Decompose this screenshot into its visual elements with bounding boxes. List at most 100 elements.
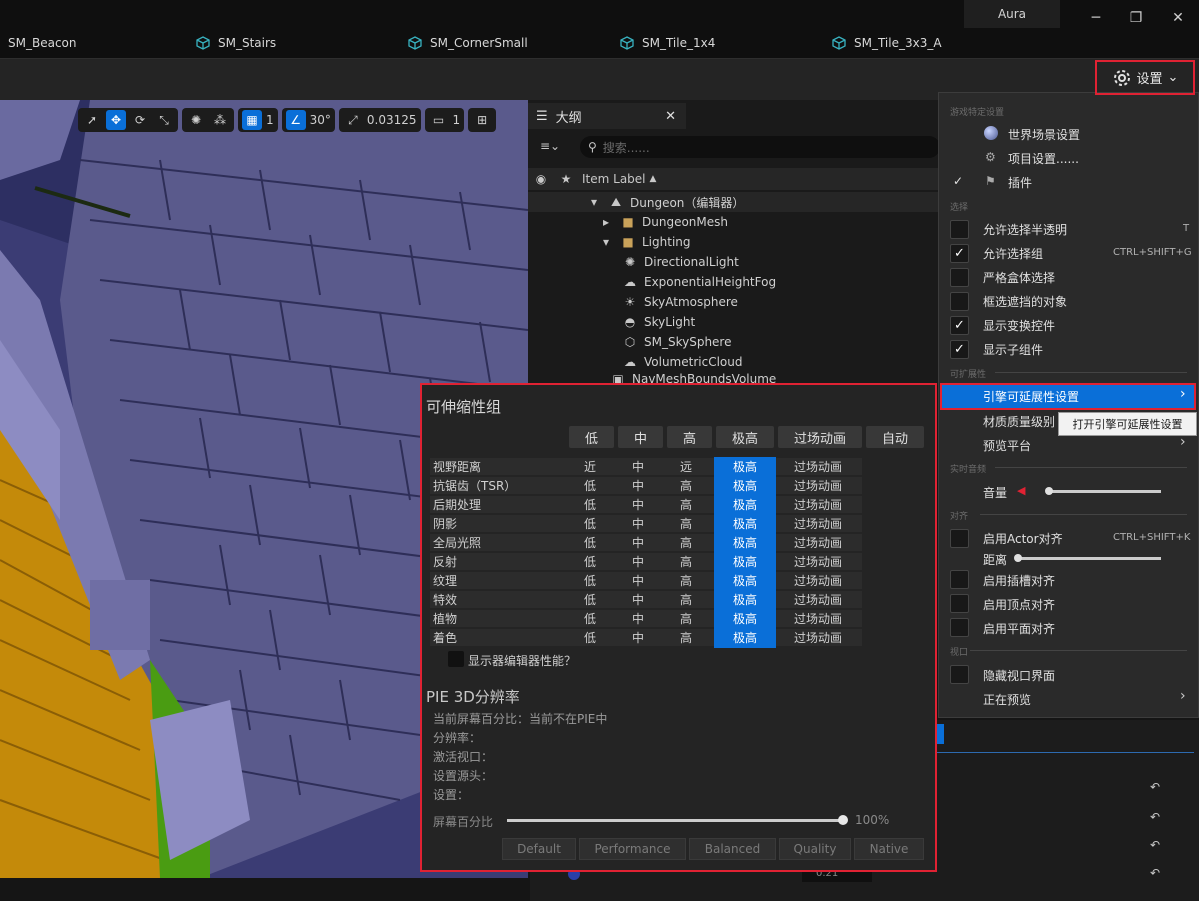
asset-tab[interactable]: SM_Tile_3x3_A xyxy=(832,34,942,52)
level-cinematic-cell[interactable]: 过场动画 xyxy=(776,610,860,627)
grid-snap-group[interactable]: ▦ 1 xyxy=(238,108,278,132)
angle-icon[interactable]: ∠ xyxy=(285,110,306,130)
outliner-row[interactable]: ☀ SkyAtmosphere xyxy=(528,292,938,312)
reset-icon[interactable]: ↶ xyxy=(1150,838,1160,852)
menu-previewing[interactable]: 正在预览 xyxy=(983,691,1031,708)
level-medium-cell[interactable]: 中 xyxy=(614,591,662,608)
scale-icon[interactable]: ⤡ xyxy=(154,110,174,130)
menu-project-settings[interactable]: 项目设置...... xyxy=(1008,150,1079,167)
level-medium-cell[interactable]: 中 xyxy=(614,496,662,513)
menu-socket-snap[interactable]: 启用插槽对齐 xyxy=(983,572,1055,589)
menu-show-transform[interactable]: 显示变换控件 xyxy=(983,317,1055,334)
actor-snap-checkbox[interactable] xyxy=(950,529,969,548)
close-icon[interactable]: ✕ xyxy=(1168,8,1188,28)
menu-show-subcomponents[interactable]: 显示子组件 xyxy=(983,341,1043,358)
camera-icon[interactable]: ▭ xyxy=(429,110,449,130)
snap-distance-slider[interactable] xyxy=(1016,557,1161,560)
outliner-row[interactable]: ☁ VolumetricCloud xyxy=(528,352,938,372)
level-low-cell[interactable]: 低 xyxy=(566,629,614,646)
outliner-search-input[interactable]: ⚲ 搜索...... xyxy=(580,136,940,158)
grid-size-value[interactable]: 1 xyxy=(266,113,274,127)
asset-tab[interactable]: SM_Tile_1x4 xyxy=(620,34,715,52)
level-low-cell[interactable]: 低 xyxy=(566,591,614,608)
pivot-icon[interactable]: ✺ xyxy=(186,110,206,130)
level-epic-cell[interactable]: 极高 xyxy=(714,513,776,534)
level-high-cell[interactable]: 远 xyxy=(662,458,710,475)
level-cinematic-cell[interactable]: 过场动画 xyxy=(776,496,860,513)
plane-snap-checkbox[interactable] xyxy=(950,618,969,637)
column-item-label[interactable]: Item Label xyxy=(578,172,646,186)
level-epic-cell[interactable]: 极高 xyxy=(714,627,776,648)
level-high-cell[interactable]: 高 xyxy=(662,591,710,608)
select-arrow-icon[interactable]: ➚ xyxy=(82,110,102,130)
hide-viewport-ui-checkbox[interactable] xyxy=(950,665,969,684)
level-cinematic-cell[interactable]: 过场动画 xyxy=(776,591,860,608)
rotation-snap-value[interactable]: 30° xyxy=(310,113,331,127)
level-high-cell[interactable]: 高 xyxy=(662,496,710,513)
menu-hide-viewport-ui[interactable]: 隐藏视口界面 xyxy=(983,667,1055,684)
menu-world-settings[interactable]: 世界场景设置 xyxy=(1008,126,1080,143)
outliner-row[interactable]: ☁ ExponentialHeightFog xyxy=(528,272,938,292)
show-subcomponents-checkbox[interactable]: ✓ xyxy=(950,340,969,359)
level-epic-cell[interactable]: 极高 xyxy=(714,608,776,629)
outliner-row[interactable]: ▣ NavMeshBoundsVolume xyxy=(528,372,938,383)
outliner-row[interactable]: ▸ ■ DungeonMesh xyxy=(528,212,938,232)
slider-knob[interactable] xyxy=(838,815,848,825)
box-occluded-checkbox[interactable] xyxy=(950,292,969,311)
visibility-eye-icon[interactable]: ◉ xyxy=(528,172,554,186)
level-epic-cell[interactable]: 极高 xyxy=(714,532,776,553)
preset-balanced-button[interactable]: Balanced xyxy=(689,838,776,860)
level-medium-cell[interactable]: 中 xyxy=(614,610,662,627)
level-high-cell[interactable]: 高 xyxy=(662,572,710,589)
level-low-cell[interactable]: 低 xyxy=(566,534,614,551)
level-medium-cell[interactable]: 中 xyxy=(614,629,662,646)
level-low-cell[interactable]: 低 xyxy=(566,572,614,589)
level-high-cell[interactable]: 高 xyxy=(662,477,710,494)
level-epic-cell[interactable]: 极高 xyxy=(714,494,776,515)
level-high-button[interactable]: 高 xyxy=(667,426,712,448)
level-epic-cell[interactable]: 极高 xyxy=(714,551,776,572)
socket-snap-checkbox[interactable] xyxy=(950,570,969,589)
rotation-snap-group[interactable]: ∠ 30° xyxy=(281,108,335,132)
outliner-row[interactable]: ▾ ■ Lighting xyxy=(528,232,938,252)
level-low-cell[interactable]: 近 xyxy=(566,458,614,475)
level-epic-cell[interactable]: 极高 xyxy=(714,570,776,591)
level-low-cell[interactable]: 低 xyxy=(566,515,614,532)
vertex-snap-checkbox[interactable] xyxy=(950,594,969,613)
settings-button[interactable]: 设置 ⌄ xyxy=(1095,60,1195,95)
asset-tab[interactable]: SM_Stairs xyxy=(196,34,276,52)
level-cinematic-cell[interactable]: 过场动画 xyxy=(776,572,860,589)
minimize-icon[interactable]: ─ xyxy=(1086,8,1106,28)
level-cinematic-cell[interactable]: 过场动画 xyxy=(776,458,860,475)
preset-performance-button[interactable]: Performance xyxy=(579,838,686,860)
outliner-row[interactable]: ⬡ SM_SkySphere xyxy=(528,332,938,352)
preset-quality-button[interactable]: Quality xyxy=(779,838,851,860)
level-medium-cell[interactable]: 中 xyxy=(614,572,662,589)
level-high-cell[interactable]: 高 xyxy=(662,515,710,532)
level-epic-cell[interactable]: 极高 xyxy=(714,475,776,496)
slider-knob[interactable] xyxy=(1014,554,1022,562)
viewport-layout-icon[interactable]: ⊞ xyxy=(472,110,492,130)
camera-speed-value[interactable]: 1 xyxy=(453,113,461,127)
level-auto-button[interactable]: 自动 xyxy=(866,426,924,448)
reset-icon[interactable]: ↶ xyxy=(1150,810,1160,824)
move-icon[interactable]: ✥ xyxy=(106,110,126,130)
level-low-button[interactable]: 低 xyxy=(569,426,614,448)
menu-allow-groups[interactable]: 允许选择组 xyxy=(983,245,1043,262)
outliner-row[interactable]: ✺ DirectionalLight xyxy=(528,252,938,272)
reset-icon[interactable]: ↶ xyxy=(1150,780,1160,794)
level-cinematic-cell[interactable]: 过场动画 xyxy=(776,629,860,646)
level-cinematic-cell[interactable]: 过场动画 xyxy=(776,534,860,551)
close-tab-icon[interactable]: ✕ xyxy=(665,109,676,124)
slider-knob[interactable] xyxy=(1045,487,1053,495)
outliner-row[interactable]: ◓ SkyLight xyxy=(528,312,938,332)
asset-tab[interactable]: SM_CornerSmall xyxy=(408,34,528,52)
asset-tab[interactable]: SM_Beacon xyxy=(8,34,76,52)
level-epic-cell[interactable]: 极高 xyxy=(714,589,776,610)
outliner-row[interactable]: ▾ ⛰ Dungeon（编辑器） xyxy=(528,192,938,212)
menu-vertex-snap[interactable]: 启用顶点对齐 xyxy=(983,596,1055,613)
level-low-cell[interactable]: 低 xyxy=(566,477,614,494)
level-medium-cell[interactable]: 中 xyxy=(614,553,662,570)
layout-group[interactable]: ⊞ xyxy=(468,108,497,132)
level-low-cell[interactable]: 低 xyxy=(566,610,614,627)
